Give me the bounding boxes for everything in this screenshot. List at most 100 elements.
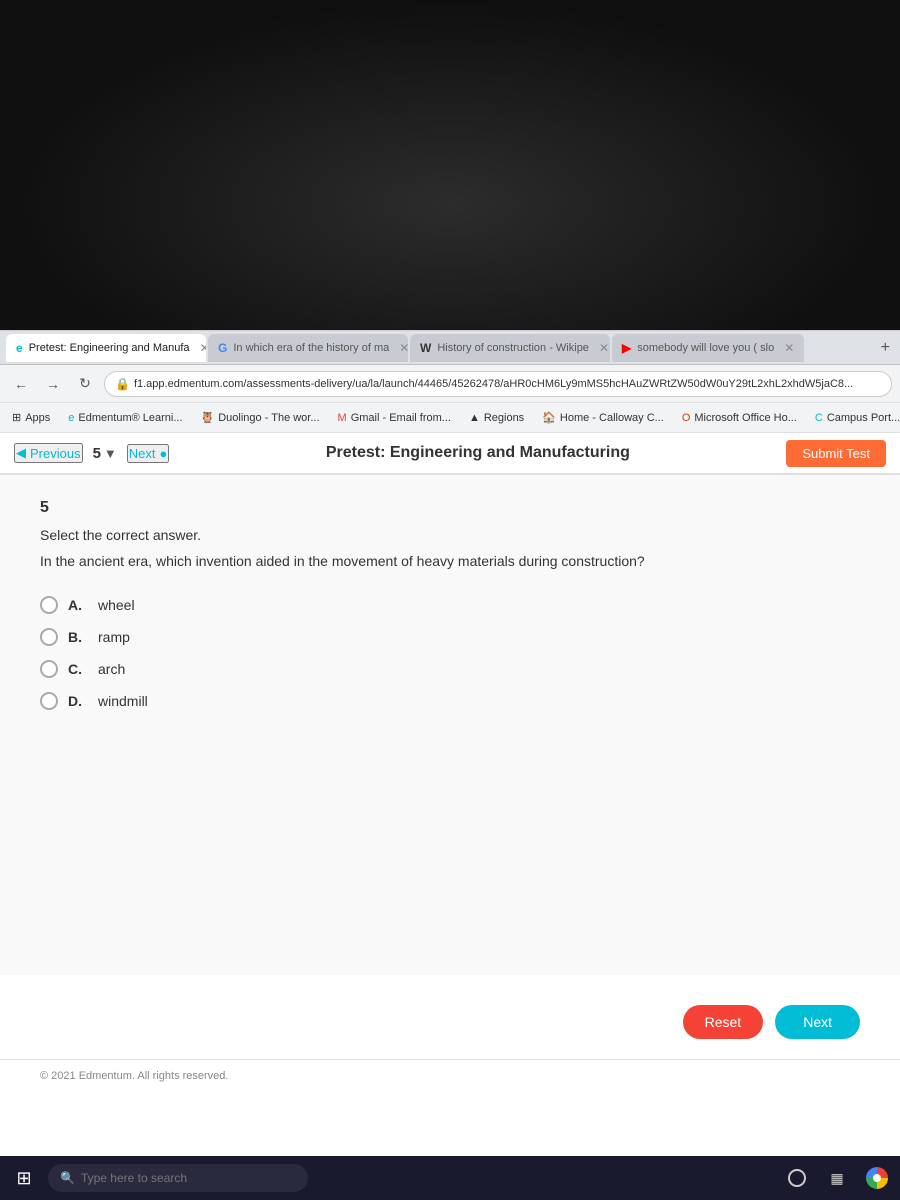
option-b-text: ramp <box>98 629 130 645</box>
campus-icon: C <box>815 412 823 424</box>
bookmark-regions[interactable]: ▲ Regions <box>465 410 528 426</box>
question-counter: 5 ▼ <box>93 445 117 462</box>
taskbar-circle-button[interactable] <box>782 1163 812 1193</box>
back-button[interactable]: ← <box>8 371 34 397</box>
footer: © 2021 Edmentum. All rights reserved. <box>0 1059 900 1092</box>
copyright-text: © 2021 Edmentum. All rights reserved. <box>40 1070 228 1082</box>
option-d-label: D. <box>68 693 88 709</box>
tab-bar: e Pretest: Engineering and Manufa ✕ G In… <box>0 331 900 365</box>
submit-test-button[interactable]: Submit Test <box>786 440 886 467</box>
bookmark-edmentum[interactable]: e Edmentum® Learni... <box>64 410 186 426</box>
refresh-button[interactable]: ↻ <box>72 371 98 397</box>
yt-icon: ▶ <box>622 341 631 355</box>
windows-icon: ▦ <box>830 1170 843 1187</box>
tab-close-youtube[interactable]: ✕ <box>784 341 794 355</box>
bookmarks-bar: ⊞ Apps e Edmentum® Learni... 🦉 Duolingo … <box>0 403 900 433</box>
ssl-lock-icon: 🔒 <box>115 377 130 391</box>
next-top-label: Next <box>129 446 156 461</box>
next-bottom-button[interactable]: Next <box>775 1005 860 1039</box>
radio-a[interactable] <box>40 596 58 614</box>
taskbar-chrome-button[interactable] <box>862 1163 892 1193</box>
w-icon: W <box>420 341 431 355</box>
next-top-button[interactable]: Next ● <box>127 444 170 463</box>
left-arrow-icon: ◀ <box>16 445 26 461</box>
circle-icon <box>788 1169 806 1187</box>
option-b-label: B. <box>68 629 88 645</box>
edmentum-icon: e <box>68 412 74 424</box>
e-icon: e <box>16 341 23 355</box>
tab-pretest[interactable]: e Pretest: Engineering and Manufa ✕ <box>6 334 206 362</box>
bookmark-apps[interactable]: ⊞ Apps <box>8 409 54 426</box>
option-c[interactable]: C. arch <box>40 660 860 678</box>
reset-button[interactable]: Reset <box>683 1005 764 1039</box>
bookmark-edmentum-label: Edmentum® Learni... <box>78 412 182 424</box>
taskbar-search-box[interactable]: 🔍 <box>48 1164 308 1192</box>
address-bar: ← → ↻ 🔒 f1.app.edmentum.com/assessments-… <box>0 365 900 403</box>
previous-button[interactable]: ◀ Previous <box>14 443 83 463</box>
bookmark-campus[interactable]: C Campus Port... <box>811 410 900 426</box>
radio-b[interactable] <box>40 628 58 646</box>
forward-button[interactable]: → <box>40 371 66 397</box>
browser-window: e Pretest: Engineering and Manufa ✕ G In… <box>0 330 900 1200</box>
bookmark-duolingo-label: Duolingo - The wor... <box>218 412 319 424</box>
instruction-text: Select the correct answer. <box>40 527 860 543</box>
tab-label-wiki: History of construction - Wikipe <box>437 342 589 354</box>
quiz-title: Pretest: Engineering and Manufacturing <box>179 444 776 462</box>
option-c-text: arch <box>98 661 125 677</box>
question-number-display: 5 <box>40 499 860 517</box>
bookmark-duolingo[interactable]: 🦉 Duolingo - The wor... <box>197 409 324 426</box>
bookmark-home[interactable]: 🏠 Home - Calloway C... <box>538 409 668 426</box>
bookmark-apps-label: Apps <box>25 412 50 424</box>
previous-label: Previous <box>30 446 81 461</box>
taskbar-search-input[interactable] <box>81 1171 296 1185</box>
option-a-label: A. <box>68 597 88 613</box>
bookmark-home-label: Home - Calloway C... <box>560 412 664 424</box>
bookmark-gmail-label: Gmail - Email from... <box>351 412 451 424</box>
photo-background <box>0 0 900 340</box>
bookmark-regions-label: Regions <box>484 412 524 424</box>
tab-wiki[interactable]: W History of construction - Wikipe ✕ <box>410 334 610 362</box>
option-d[interactable]: D. windmill <box>40 692 860 710</box>
question-text: In the ancient era, which invention aide… <box>40 551 860 572</box>
option-b[interactable]: B. ramp <box>40 628 860 646</box>
bookmark-campus-label: Campus Port... <box>827 412 900 424</box>
tab-google[interactable]: G In which era of the history of ma ✕ <box>208 334 408 362</box>
quiz-content: 5 Select the correct answer. In the anci… <box>0 475 900 975</box>
counter-dropdown[interactable]: ▼ <box>104 446 117 461</box>
duolingo-icon: 🦉 <box>201 411 215 424</box>
home-icon: 🏠 <box>542 411 556 424</box>
apps-grid-icon: ⊞ <box>12 411 21 424</box>
tab-youtube[interactable]: ▶ somebody will love you ( slo ✕ <box>612 334 804 362</box>
tab-close-wiki[interactable]: ✕ <box>599 341 609 355</box>
radio-c[interactable] <box>40 660 58 678</box>
current-question-number: 5 <box>93 445 101 462</box>
bookmark-office[interactable]: O Microsoft Office Ho... <box>678 410 801 426</box>
new-tab-button[interactable]: + <box>877 339 894 357</box>
taskbar-icons: ▦ <box>782 1163 892 1193</box>
option-d-text: windmill <box>98 693 148 709</box>
radio-d[interactable] <box>40 692 58 710</box>
right-arrow-icon: ● <box>160 446 168 461</box>
tab-label-youtube: somebody will love you ( slo <box>637 342 774 354</box>
gmail-icon: M <box>338 412 347 424</box>
option-c-label: C. <box>68 661 88 677</box>
reset-label: Reset <box>705 1014 742 1030</box>
regions-icon: ▲ <box>469 412 480 424</box>
url-text: f1.app.edmentum.com/assessments-delivery… <box>134 378 853 390</box>
windows-start-button[interactable]: ⊞ <box>8 1162 40 1194</box>
option-a-text: wheel <box>98 597 135 613</box>
taskbar-search-icon: 🔍 <box>60 1171 75 1185</box>
tab-close-google[interactable]: ✕ <box>399 341 408 355</box>
taskbar-windows-button[interactable]: ▦ <box>822 1163 852 1193</box>
submit-label: Submit Test <box>802 446 870 461</box>
option-a[interactable]: A. wheel <box>40 596 860 614</box>
tab-label-pretest: Pretest: Engineering and Manufa <box>29 342 190 354</box>
bookmark-office-label: Microsoft Office Ho... <box>694 412 797 424</box>
bottom-buttons: Reset Next <box>0 985 900 1059</box>
next-bottom-label: Next <box>803 1014 832 1030</box>
url-bar[interactable]: 🔒 f1.app.edmentum.com/assessments-delive… <box>104 371 892 397</box>
quiz-header: ◀ Previous 5 ▼ Next ● Pretest: Engineeri… <box>0 433 900 475</box>
chrome-icon <box>866 1167 888 1189</box>
tab-close-pretest[interactable]: ✕ <box>200 341 206 355</box>
bookmark-gmail[interactable]: M Gmail - Email from... <box>334 410 455 426</box>
